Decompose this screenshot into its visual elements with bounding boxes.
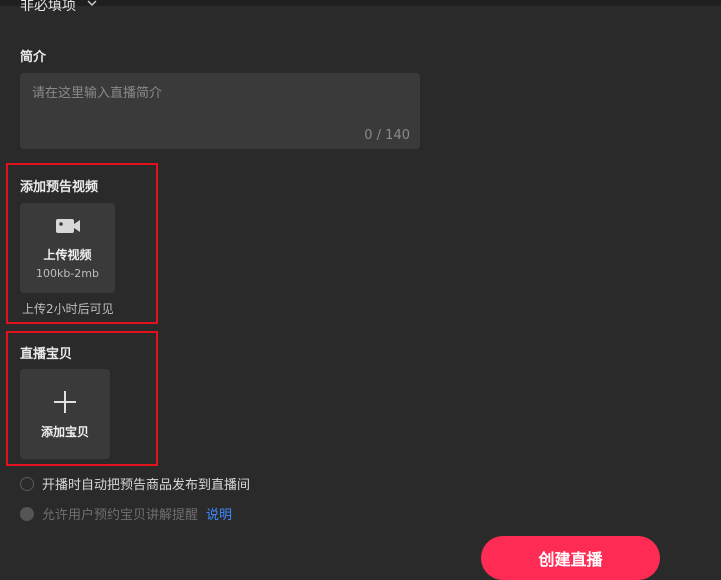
add-item-label: 添加宝贝 — [40, 424, 89, 439]
explain-link[interactable]: 说明 — [206, 504, 232, 523]
create-live-button[interactable]: 创建直播 — [481, 536, 660, 580]
allow-reserve-text: 允许用户预约宝贝讲解提醒 — [42, 508, 199, 523]
optional-section-toggle[interactable]: 非必填项 — [20, 0, 98, 16]
intro-placeholder: 请在这里输入直播简介 — [32, 86, 163, 101]
live-items-label: 直播宝贝 — [20, 347, 73, 362]
preview-video-label: 添加预告视频 — [20, 180, 99, 195]
upload-visibility-hint: 上传2小时后可见 — [22, 302, 114, 316]
video-camera-icon — [55, 216, 81, 240]
auto-publish-radio[interactable] — [20, 476, 34, 491]
intro-label: 简介 — [20, 50, 47, 65]
optional-section-label: 非必填项 — [20, 0, 76, 14]
upload-video-size: 100kb-2mb — [35, 267, 99, 280]
auto-publish-text: 开播时自动把预告商品发布到直播间 — [42, 478, 251, 493]
allow-reserve-radio[interactable] — [20, 506, 34, 521]
upload-video-button[interactable]: 上传视频 100kb-2mb — [20, 203, 115, 293]
intro-char-counter: 0 / 140 — [364, 128, 410, 143]
top-bar — [0, 0, 721, 6]
add-item-button[interactable]: 添加宝贝 — [20, 369, 110, 459]
chevron-down-icon — [86, 0, 98, 13]
intro-textarea[interactable]: 请在这里输入直播简介 0 / 140 — [20, 73, 420, 149]
allow-reserve-option[interactable]: 允许用户预约宝贝讲解提醒 说明 — [20, 504, 232, 523]
auto-publish-option[interactable]: 开播时自动把预告商品发布到直播间 — [20, 474, 250, 493]
upload-video-title: 上传视频 — [43, 248, 92, 262]
plus-icon — [52, 389, 78, 419]
